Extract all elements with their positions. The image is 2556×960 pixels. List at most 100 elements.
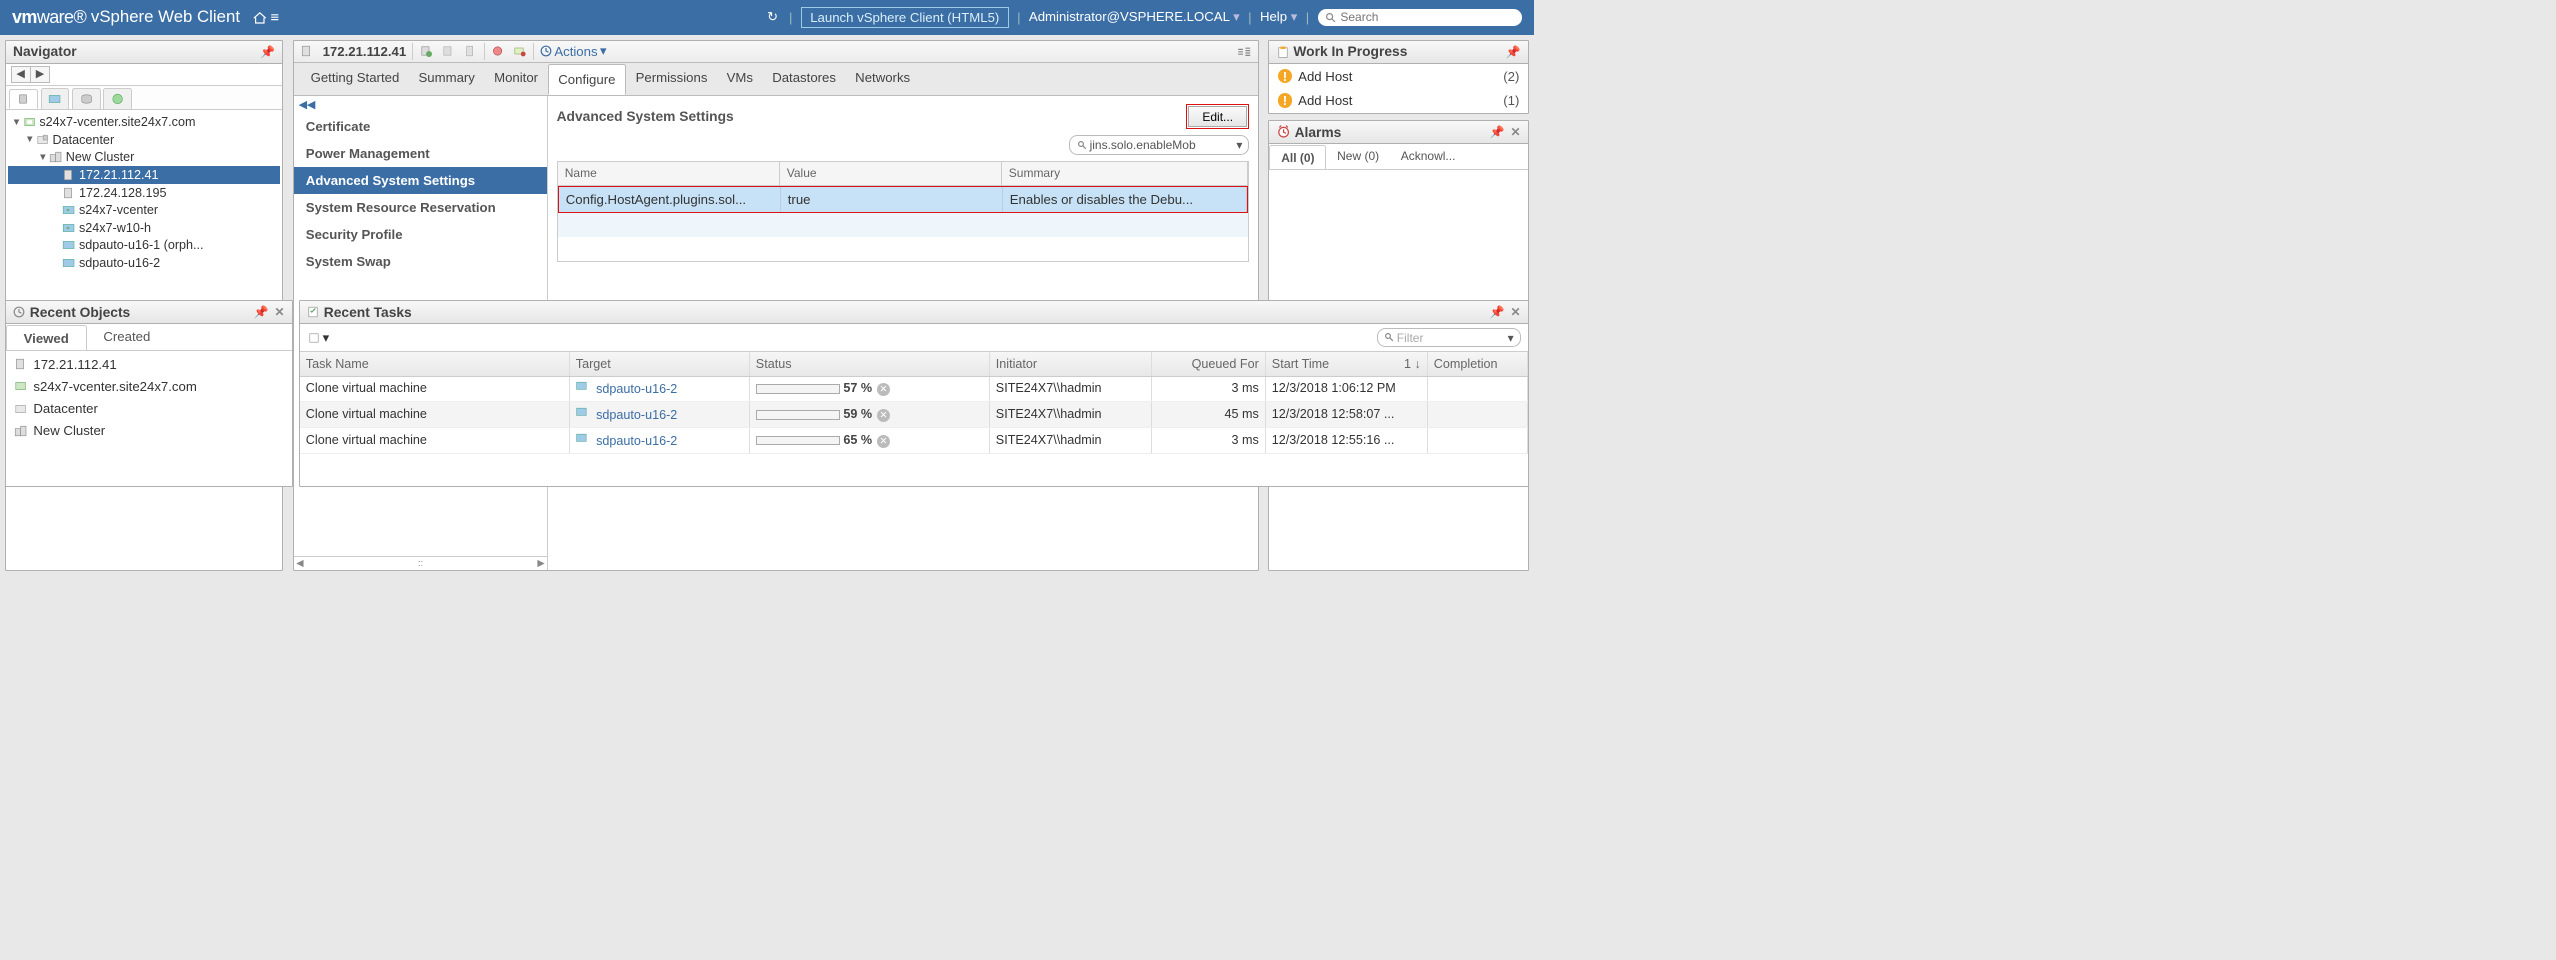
pin-icon[interactable]: 📌 [260, 45, 275, 59]
tab-summary[interactable]: Summary [409, 63, 485, 94]
task-row[interactable]: Clone virtual machine sdpauto-u16-2 57 %… [300, 377, 1528, 403]
search-input[interactable] [1340, 10, 1513, 24]
snav-system-resource[interactable]: System Resource Reservation [294, 194, 547, 221]
tree-datacenter[interactable]: ▼Datacenter [8, 131, 280, 149]
alarms-title: Alarms [1295, 125, 1342, 140]
recent-objects-panel: Recent Objects 📌 ✕ Viewed Created 172.21… [5, 300, 293, 487]
action-icon-3[interactable] [462, 44, 478, 58]
hosts-clusters-tab[interactable] [9, 89, 38, 109]
th-start[interactable]: Start Time 1 ↓ [1266, 352, 1428, 376]
tab-monitor[interactable]: Monitor [484, 63, 547, 94]
top-bar: vmware® vSphere Web Client ↻ | Launch vS… [0, 0, 1534, 35]
product-name: vSphere Web Client [91, 7, 240, 27]
cancel-task-icon[interactable]: ✕ [877, 409, 890, 422]
pin-icon[interactable]: 📌 [1490, 125, 1505, 139]
nav-forward-button[interactable]: ▶ [30, 66, 50, 82]
related-objects-icon[interactable] [1236, 44, 1252, 58]
tab-vms[interactable]: VMs [717, 63, 763, 94]
col-summary[interactable]: Summary [1002, 162, 1249, 186]
th-queued[interactable]: Queued For [1152, 352, 1266, 376]
alarm-tab-ack[interactable]: Acknowl... [1390, 144, 1466, 169]
close-icon[interactable]: ✕ [275, 305, 285, 319]
th-completion[interactable]: Completion [1428, 352, 1528, 376]
snav-advanced-settings[interactable]: Advanced System Settings [294, 167, 547, 194]
chevron-down-icon: ▾ [1508, 331, 1514, 345]
tree-vm-0[interactable]: s24x7-vcenter [8, 201, 280, 219]
cancel-task-icon[interactable]: ✕ [877, 435, 890, 448]
col-value[interactable]: Value [780, 162, 1002, 186]
tree-cluster[interactable]: ▼New Cluster [8, 149, 280, 167]
recent-tab-created[interactable]: Created [87, 324, 168, 350]
tab-configure[interactable]: Configure [548, 64, 626, 95]
tasks-filter[interactable]: Filter ▾ [1377, 328, 1521, 348]
action-icon-4[interactable] [490, 44, 506, 58]
task-row[interactable]: Clone virtual machine sdpauto-u16-2 59 %… [300, 402, 1528, 428]
networking-tab[interactable] [103, 88, 132, 108]
task-row[interactable]: Clone virtual machine sdpauto-u16-2 65 %… [300, 428, 1528, 454]
alarm-tab-new[interactable]: New (0) [1326, 144, 1390, 169]
snav-system-swap[interactable]: System Swap [294, 248, 547, 275]
snav-certificate[interactable]: Certificate [294, 113, 547, 140]
recent-tab-viewed[interactable]: Viewed [6, 325, 87, 351]
snav-power-management[interactable]: Power Management [294, 140, 547, 167]
pin-icon[interactable]: 📌 [254, 305, 269, 319]
pin-icon[interactable]: 📌 [1506, 45, 1521, 59]
tab-getting-started[interactable]: Getting Started [301, 63, 409, 94]
user-menu[interactable]: Administrator@VSPHERE.LOCAL [1029, 9, 1240, 25]
tasks-header: Task Name Target Status Initiator Queued… [300, 352, 1528, 377]
edit-button[interactable]: Edit... [1188, 106, 1247, 127]
close-icon[interactable]: ✕ [1511, 125, 1521, 139]
nav-back-button[interactable]: ◀ [11, 66, 31, 82]
sidebar-scrollbar[interactable]: ◀::▶ [294, 556, 547, 570]
home-menu-icon[interactable] [270, 13, 280, 21]
history-icon [13, 306, 25, 318]
recent-item-0[interactable]: 172.21.112.41 [8, 353, 289, 375]
recent-item-3[interactable]: New Cluster [8, 420, 289, 442]
alarm-tab-all[interactable]: All (0) [1269, 145, 1326, 170]
global-search[interactable] [1318, 9, 1522, 27]
vms-templates-tab[interactable] [41, 88, 70, 108]
help-menu[interactable]: Help [1260, 9, 1297, 25]
th-target[interactable]: Target [570, 352, 750, 376]
th-task-name[interactable]: Task Name [300, 352, 570, 376]
tab-permissions[interactable]: Permissions [626, 63, 717, 94]
tree-host-0[interactable]: 172.21.112.41 [8, 166, 280, 184]
tree-vm-1[interactable]: s24x7-w10-h [8, 219, 280, 237]
tree-vcenter[interactable]: ▼s24x7-vcenter.site24x7.com [8, 113, 280, 131]
action-icon-2[interactable] [440, 44, 456, 58]
storage-tab[interactable] [72, 88, 101, 108]
cancel-task-icon[interactable]: ✕ [877, 383, 890, 396]
close-icon[interactable]: ✕ [1511, 305, 1521, 319]
settings-row[interactable]: Config.HostAgent.plugins.sol... true Ena… [558, 186, 1249, 213]
tab-datastores[interactable]: Datastores [763, 63, 846, 94]
actions-menu[interactable]: Actions ▾ [540, 43, 607, 59]
sidebar-collapse-icon[interactable]: ◀◀ [294, 96, 547, 114]
tasks-export-icon[interactable] [307, 330, 323, 344]
recent-item-1[interactable]: s24x7-vcenter.site24x7.com [8, 375, 289, 397]
wip-item-0[interactable]: ! Add Host (2) [1269, 64, 1527, 89]
home-icon[interactable] [252, 11, 268, 24]
tree-vm-2[interactable]: sdpauto-u16-1 (orph... [8, 237, 280, 255]
settings-filter[interactable]: jins.solo.enableMob ▾ [1069, 135, 1249, 155]
host-ip: 172.21.112.41 [323, 44, 407, 59]
host-icon [300, 45, 313, 57]
action-icon-1[interactable] [419, 44, 435, 58]
th-status[interactable]: Status [750, 352, 990, 376]
snav-security-profile[interactable]: Security Profile [294, 221, 547, 248]
recent-item-2[interactable]: Datacenter [8, 398, 289, 420]
th-initiator[interactable]: Initiator [990, 352, 1152, 376]
filter-text: jins.solo.enableMob [1090, 138, 1196, 152]
chevron-down-icon: ▾ [1236, 138, 1242, 152]
host-tabs: Getting Started Summary Monitor Configur… [294, 63, 1258, 95]
tree-host-1[interactable]: 172.24.128.195 [8, 184, 280, 202]
pin-icon[interactable]: 📌 [1490, 305, 1505, 319]
wip-title: Work In Progress [1293, 44, 1407, 59]
launch-html5-button[interactable]: Launch vSphere Client (HTML5) [801, 7, 1009, 29]
refresh-icon[interactable]: ↻ [767, 9, 778, 25]
wip-item-1[interactable]: ! Add Host (1) [1269, 88, 1527, 113]
action-icon-5[interactable] [512, 44, 528, 58]
cell-name: Config.HostAgent.plugins.sol... [559, 187, 781, 212]
tab-networks[interactable]: Networks [846, 63, 920, 94]
col-name[interactable]: Name [558, 162, 780, 186]
tree-vm-3[interactable]: sdpauto-u16-2 [8, 254, 280, 272]
